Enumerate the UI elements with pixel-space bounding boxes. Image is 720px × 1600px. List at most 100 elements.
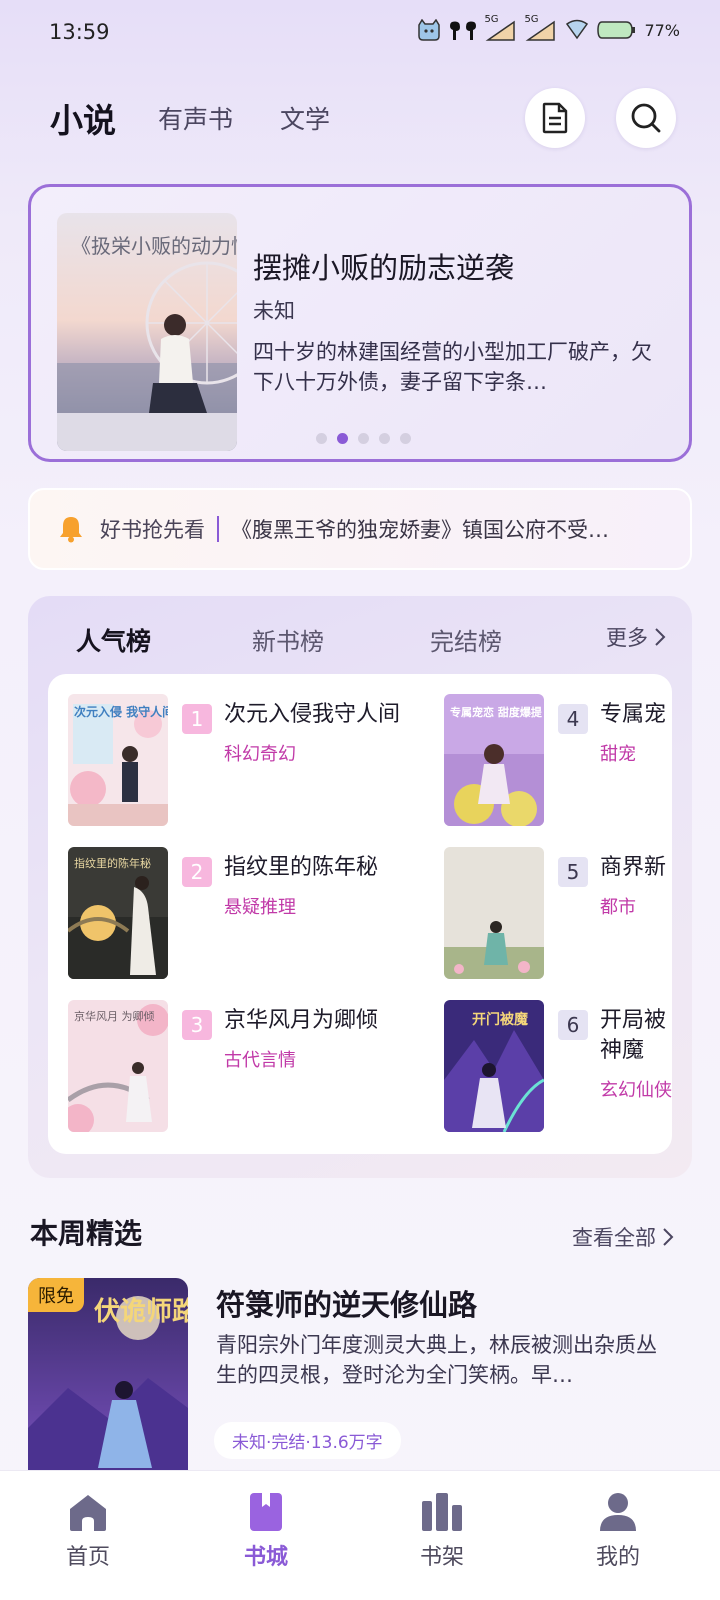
bell-icon bbox=[60, 517, 82, 543]
carousel-dot[interactable] bbox=[400, 433, 411, 444]
nav-bookshelf[interactable]: 书架 bbox=[382, 1491, 502, 1571]
document-icon bbox=[542, 102, 568, 134]
weekly-heading: 本周精选 bbox=[30, 1217, 143, 1250]
nav-bookstore[interactable]: 书城 bbox=[206, 1491, 326, 1571]
ranking-item-5[interactable]: 5 商界新 都市 bbox=[444, 847, 672, 979]
ranking-more-link[interactable]: 更多 bbox=[606, 622, 666, 652]
rank-title[interactable]: 京华风月为卿倾 bbox=[224, 1006, 378, 1036]
nav-bookshelf-label: 书架 bbox=[419, 1545, 464, 1570]
carousel-dot-active[interactable] bbox=[337, 433, 348, 444]
featured-title[interactable]: 摆摊小贩的励志逆袭 bbox=[253, 245, 514, 287]
view-all-label: 查看全部 bbox=[572, 1226, 656, 1250]
weekly-title[interactable]: 符箓师的逆天修仙路 bbox=[216, 1282, 477, 1324]
book-cover[interactable]: 京华风月 为卿倾 bbox=[68, 1000, 168, 1132]
rank-title[interactable]: 开局被 神魔 bbox=[600, 1006, 666, 1066]
carousel-dot[interactable] bbox=[316, 433, 327, 444]
cover-title-text: 京华风月 为卿倾 bbox=[74, 1009, 155, 1023]
featured-description: 四十岁的林建国经营的小型加工厂破产，欠下八十万外债，妻子留下字条… bbox=[253, 340, 652, 394]
profile-icon bbox=[600, 1493, 636, 1531]
nav-home[interactable]: 首页 bbox=[28, 1491, 148, 1571]
ranking-panel: 人气榜 新书榜 完结榜 更多 次元入侵 我守人间 1 次元入侵我守人间 科幻奇幻… bbox=[28, 596, 692, 1178]
status-time: 13:59 bbox=[49, 20, 110, 44]
rank-genre: 悬疑推理 bbox=[224, 897, 296, 918]
signal-2-icon bbox=[526, 20, 556, 41]
featured-banner[interactable]: 《扱栄小贩的动力慢帝 摆摊小贩的励志逆袭 未知 四十岁的林建国经营的小型加工厂破… bbox=[28, 184, 692, 462]
book-cover[interactable]: 专属宠恋 甜度爆提 bbox=[444, 694, 544, 826]
tab-literature[interactable]: 文学 bbox=[280, 100, 330, 136]
weekly-description: 青阳宗外门年度测灵大典上，林辰被测出杂质丛生的四灵根，登时沦为全门笑柄。早… bbox=[216, 1333, 657, 1387]
status-bar: 13:59 5G 5G 77% bbox=[0, 0, 720, 70]
carousel-dot[interactable] bbox=[379, 433, 390, 444]
notice-label: 好书抢先看 bbox=[100, 518, 205, 542]
home-icon bbox=[70, 1495, 106, 1531]
book-cover[interactable]: 指纹里的陈年秘 bbox=[68, 847, 168, 979]
featured-book-cover[interactable]: 《扱栄小贩的动力慢帝 bbox=[57, 213, 237, 451]
signal-1-icon bbox=[486, 20, 516, 41]
document-button[interactable] bbox=[525, 88, 585, 148]
battery-percent: 77% bbox=[644, 20, 680, 40]
rank-genre: 都市 bbox=[600, 897, 636, 918]
free-badge: 限免 bbox=[28, 1278, 84, 1312]
notice-text[interactable]: 《腹黑王爷的独宠娇妻》镇国公府不受… bbox=[231, 514, 651, 544]
earbuds-icon bbox=[450, 21, 477, 40]
carousel-dots bbox=[316, 433, 411, 444]
rank-number: 3 bbox=[182, 1010, 212, 1040]
rank-number: 2 bbox=[182, 857, 212, 887]
ranking-item-4[interactable]: 专属宠恋 甜度爆提 4 专属宠 甜宠 bbox=[444, 694, 672, 826]
search-button[interactable] bbox=[616, 88, 676, 148]
rank-title[interactable]: 专属宠 bbox=[600, 700, 666, 730]
rank-number: 1 bbox=[182, 704, 212, 734]
rank-number: 4 bbox=[558, 704, 588, 734]
signal-1: 5G bbox=[484, 14, 518, 42]
bookstore-icon bbox=[250, 1493, 282, 1531]
more-label: 更多 bbox=[606, 626, 648, 650]
rank-title[interactable]: 商界新 bbox=[600, 853, 666, 883]
wifi-icon bbox=[566, 19, 589, 40]
rank-title[interactable]: 次元入侵我守人间 bbox=[224, 700, 400, 730]
nav-profile-label: 我的 bbox=[595, 1545, 640, 1570]
rank-genre: 玄幻仙侠 bbox=[600, 1080, 672, 1101]
chevron-right-icon bbox=[663, 1228, 674, 1246]
view-all-link[interactable]: 查看全部 bbox=[572, 1222, 674, 1252]
tab-novel[interactable]: 小说 bbox=[50, 94, 116, 142]
tab-audiobook[interactable]: 有声书 bbox=[158, 100, 233, 136]
carousel-dot[interactable] bbox=[358, 433, 369, 444]
rank-title[interactable]: 指纹里的陈年秘 bbox=[224, 853, 378, 883]
rank-genre: 科幻奇幻 bbox=[224, 744, 296, 765]
featured-author: 未知 bbox=[253, 299, 295, 323]
rank-genre: 甜宠 bbox=[600, 744, 636, 765]
tab-popular[interactable]: 人气榜 bbox=[76, 622, 151, 658]
nav-home-label: 首页 bbox=[65, 1545, 110, 1570]
book-cover[interactable]: 次元入侵 我守人间 bbox=[68, 694, 168, 826]
weekly-book-cover[interactable]: 伏诡师路 限免 bbox=[28, 1278, 188, 1478]
bookshelf-icon bbox=[422, 1493, 462, 1531]
notice-bar[interactable]: 好书抢先看 《腹黑王爷的独宠娇妻》镇国公府不受… bbox=[28, 488, 692, 570]
book-cover[interactable]: 开门被魔 bbox=[444, 1000, 544, 1132]
signal-2: 5G bbox=[524, 14, 558, 42]
search-icon bbox=[631, 103, 661, 133]
ranking-item-2[interactable]: 指纹里的陈年秘 2 指纹里的陈年秘 悬疑推理 bbox=[68, 847, 438, 979]
ranking-item-1[interactable]: 次元入侵 我守人间 1 次元入侵我守人间 科幻奇幻 bbox=[68, 694, 438, 826]
top-nav: 小说 有声书 文学 bbox=[0, 80, 720, 160]
cover-title-text: 次元入侵 我守人间 bbox=[74, 704, 168, 719]
chevron-right-icon bbox=[655, 628, 666, 646]
rank-number: 5 bbox=[558, 857, 588, 887]
book-cover[interactable] bbox=[444, 847, 544, 979]
notice-divider bbox=[217, 516, 219, 542]
tab-new-books[interactable]: 新书榜 bbox=[252, 622, 324, 657]
cat-app-icon bbox=[418, 19, 441, 41]
rank-genre: 古代言情 bbox=[224, 1050, 296, 1071]
cover-title-text: 开门被魔 bbox=[472, 1011, 529, 1028]
status-icons: 5G 5G 77% bbox=[416, 14, 680, 42]
nav-profile[interactable]: 我的 bbox=[558, 1491, 678, 1571]
ranking-item-3[interactable]: 京华风月 为卿倾 3 京华风月为卿倾 古代言情 bbox=[68, 1000, 438, 1132]
nav-bookstore-label: 书城 bbox=[243, 1545, 288, 1570]
weekly-meta: 未知·完结·13.6万字 bbox=[214, 1422, 401, 1459]
battery-icon bbox=[597, 21, 636, 39]
weekly-cover-text: 伏诡师路 bbox=[94, 1296, 188, 1327]
cover-title-text: 专属宠恋 甜度爆提 bbox=[450, 705, 543, 719]
rank-number: 6 bbox=[558, 1010, 588, 1040]
tab-completed[interactable]: 完结榜 bbox=[430, 622, 502, 657]
ranking-list: 次元入侵 我守人间 1 次元入侵我守人间 科幻奇幻 指纹里的陈年秘 2 指纹里的… bbox=[48, 674, 672, 1154]
ranking-item-6[interactable]: 开门被魔 6 开局被 神魔 玄幻仙侠 bbox=[444, 1000, 672, 1132]
